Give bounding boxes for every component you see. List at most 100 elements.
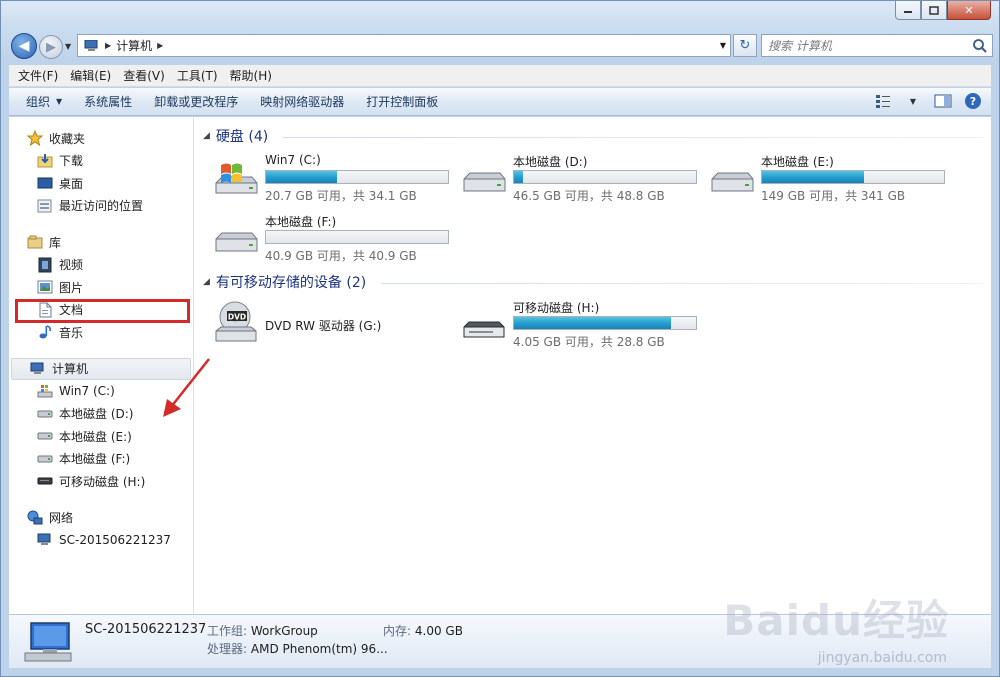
collapse-triangle-icon[interactable]: ◢ [203, 277, 210, 287]
baidu-watermark: Baidu经验 [723, 596, 949, 645]
nav-favorites[interactable]: 收藏夹 [9, 127, 193, 150]
nav-desktop-label: 桌面 [59, 176, 84, 191]
drive-c-name: Win7 (C:) [265, 153, 321, 167]
section-divider [381, 283, 983, 284]
drive-e-tile[interactable]: 本地磁盘 (E:) 149 GB 可用，共 341 GB [709, 153, 949, 203]
drive-h-usage-fill [514, 317, 671, 329]
nav-drive-c-label: Win7 (C:) [59, 384, 115, 399]
search-icon[interactable] [972, 38, 988, 54]
nav-drive-f[interactable]: 本地磁盘 (F:) [9, 448, 193, 471]
help-icon: ? [965, 93, 981, 109]
star-icon [27, 130, 43, 147]
help-button[interactable]: ? [961, 91, 985, 111]
computer-icon [84, 39, 98, 51]
maximize-button[interactable] [921, 1, 947, 20]
downloads-folder-icon [37, 153, 53, 169]
close-button[interactable]: ✕ [947, 1, 991, 20]
section-divider [283, 137, 983, 138]
forward-arrow-icon: ▶ [46, 39, 56, 55]
drive-d-usage-fill [514, 171, 524, 183]
dvd-label: DVD [228, 313, 246, 322]
drive-g-tile[interactable]: DVD DVD RW 驱动器 (G:) [213, 299, 453, 349]
search-input[interactable]: 搜索 计算机 [761, 34, 993, 57]
chevron-down-icon: ▼ [909, 96, 917, 106]
nav-downloads-label: 下载 [59, 154, 84, 169]
view-dropdown-button[interactable]: ▼ [901, 91, 925, 111]
nav-drive-e-label: 本地磁盘 (E:) [59, 429, 132, 444]
section-removable[interactable]: ◢ 有可移动存储的设备 (2) [203, 272, 366, 292]
open-control-panel-button[interactable]: 打开控制面板 [355, 88, 449, 115]
nav-documents[interactable]: 文档 [9, 298, 193, 323]
recent-places-icon [37, 198, 53, 214]
chevron-right-icon[interactable]: ▶ [157, 41, 163, 50]
nav-pictures[interactable]: 图片 [9, 276, 193, 299]
nav-drive-h[interactable]: 可移动磁盘 (H:) [9, 470, 193, 493]
music-icon [37, 324, 53, 340]
menu-help[interactable]: 帮助(H) [225, 67, 277, 84]
computer-icon [24, 622, 72, 662]
nav-network[interactable]: 网络 [9, 507, 193, 530]
drive-f-usage-bar [265, 230, 449, 244]
content-area: 收藏夹 下载 桌面 最近访问的位置 库 视频 图片 文档 音乐 计算机 Win7… [9, 117, 991, 614]
windows-drive-icon [37, 383, 53, 399]
section-hard-drives[interactable]: ◢ 硬盘 (4) [203, 126, 268, 146]
nav-music-label: 音乐 [59, 325, 84, 340]
drive-d-info: 46.5 GB 可用，共 48.8 GB [513, 189, 665, 203]
recent-pages-dropdown[interactable]: ▼ [65, 42, 71, 51]
nav-network-label: 网络 [49, 511, 74, 526]
workgroup-value: WorkGroup [250, 624, 318, 638]
drive-c-tile[interactable]: Win7 (C:) 20.7 GB 可用，共 34.1 GB [213, 153, 453, 203]
nav-music[interactable]: 音乐 [9, 321, 193, 344]
map-network-drive-button[interactable]: 映射网络驱动器 [249, 88, 355, 115]
minimize-button[interactable] [895, 1, 921, 20]
explorer-window: ✕ ◀ ▶ ▼ ▶ 计算机 ▶ ▼ ↻ 搜索 计算机 文件(F) 编辑(E) 查… [0, 0, 1000, 677]
organize-button[interactable]: 组织 ▼ [15, 88, 73, 115]
menu-view[interactable]: 查看(V) [118, 67, 170, 84]
menu-edit[interactable]: 编辑(E) [65, 67, 116, 84]
menu-bar: 文件(F) 编辑(E) 查看(V) 工具(T) 帮助(H) [9, 65, 991, 87]
menu-file[interactable]: 文件(F) [13, 67, 63, 84]
hard-drive-icon [463, 172, 506, 192]
dvd-drive-icon: DVD [215, 301, 257, 342]
svg-text:?: ? [970, 95, 976, 108]
drive-c-usage-bar [265, 170, 449, 184]
nav-drive-d-label: 本地磁盘 (D:) [59, 407, 134, 422]
hard-drive-icon [215, 232, 258, 252]
hard-drive-icon [37, 451, 53, 467]
menu-tools[interactable]: 工具(T) [172, 67, 223, 84]
nav-recent-places[interactable]: 最近访问的位置 [9, 195, 193, 218]
nav-libraries[interactable]: 库 [9, 231, 193, 254]
details-memory: 内存: 4.00 GB [383, 622, 463, 639]
nav-drive-e[interactable]: 本地磁盘 (E:) [9, 425, 193, 448]
nav-videos[interactable]: 视频 [9, 254, 193, 277]
drive-d-tile[interactable]: 本地磁盘 (D:) 46.5 GB 可用，共 48.8 GB [461, 153, 701, 203]
nav-recent-label: 最近访问的位置 [59, 199, 144, 214]
refresh-icon: ↻ [739, 38, 751, 53]
refresh-button[interactable]: ↻ [733, 34, 757, 57]
nav-downloads[interactable]: 下载 [9, 150, 193, 173]
collapse-triangle-icon[interactable]: ◢ [203, 131, 210, 141]
nav-desktop[interactable]: 桌面 [9, 172, 193, 195]
uninstall-program-button[interactable]: 卸载或更改程序 [143, 88, 249, 115]
library-icon [27, 234, 43, 250]
address-bar[interactable]: ▶ 计算机 ▶ ▼ [77, 34, 731, 57]
forward-button[interactable]: ▶ [39, 35, 63, 59]
drive-e-info: 149 GB 可用，共 341 GB [761, 189, 906, 203]
cpu-value: AMD Phenom(tm) 96... [250, 642, 388, 656]
breadcrumb-computer[interactable]: 计算机 [116, 37, 152, 54]
address-dropdown-icon[interactable]: ▼ [720, 41, 726, 50]
drive-h-tile[interactable]: 可移动磁盘 (H:) 4.05 GB 可用，共 28.8 GB [461, 299, 701, 349]
drive-f-tile[interactable]: 本地磁盘 (F:) 40.9 GB 可用，共 40.9 GB [213, 213, 453, 263]
system-properties-button[interactable]: 系统属性 [73, 88, 143, 115]
nav-network-pc[interactable]: SC-201506221237 [9, 529, 193, 552]
change-view-button[interactable] [871, 91, 895, 111]
back-button[interactable]: ◀ [11, 33, 37, 59]
command-bar: 组织 ▼ 系统属性 卸载或更改程序 映射网络驱动器 打开控制面板 ▼ ? [9, 88, 991, 116]
details-workgroup: 工作组: WorkGroup [207, 622, 318, 639]
address-row: ◀ ▶ ▼ ▶ 计算机 ▶ ▼ ↻ 搜索 计算机 [9, 31, 993, 61]
preview-pane-button[interactable] [931, 91, 955, 111]
desktop-icon [37, 175, 53, 191]
computer-icon [37, 532, 53, 548]
libraries-group: 库 视频 图片 文档 音乐 [9, 231, 193, 344]
hard-drive-icon [37, 428, 53, 444]
